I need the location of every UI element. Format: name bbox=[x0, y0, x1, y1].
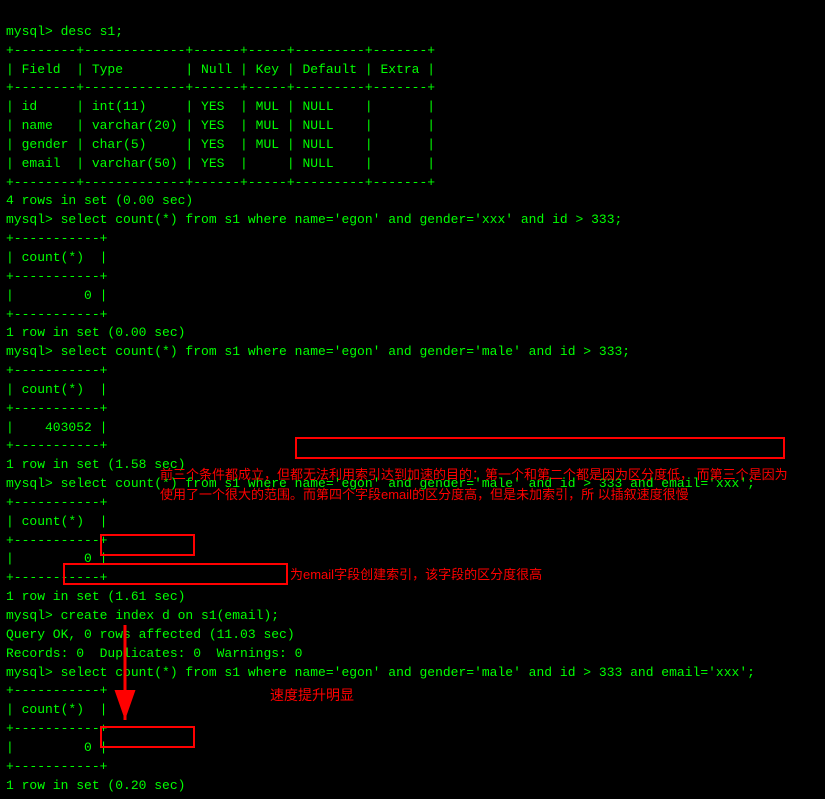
terminal-line-11: mysql> select count(*) from s1 where nam… bbox=[6, 211, 819, 230]
sql-highlight-box-1 bbox=[295, 437, 785, 459]
terminal-line-0: mysql> desc s1; bbox=[6, 23, 819, 42]
terminal-line-23: | 403052 | bbox=[6, 419, 819, 438]
terminal-line-2: | Field | Type | Null | Key | Default | … bbox=[6, 61, 819, 80]
terminal-line-6: | gender | char(5) | YES | MUL | NULL | … bbox=[6, 136, 819, 155]
terminal-line-5: | name | varchar(20) | YES | MUL | NULL … bbox=[6, 117, 819, 136]
terminal-line-45: 1 row in set (0.20 sec) bbox=[6, 777, 819, 796]
terminal-line-13: | count(*) | bbox=[6, 249, 819, 268]
terminal-line-9: 4 rows in set (0.00 sec) bbox=[6, 192, 819, 211]
terminal-line-4: | id | int(11) | YES | MUL | NULL | | bbox=[6, 98, 819, 117]
down-arrow bbox=[105, 620, 145, 730]
annotation-1: 前三个条件都成立，但都无法利用索引达到加速的目的：第一个和第二个都是因为区分度低… bbox=[160, 465, 800, 504]
create-index-highlight bbox=[63, 563, 288, 585]
terminal-line-17: 1 row in set (0.00 sec) bbox=[6, 324, 819, 343]
terminal-line-14: +-----------+ bbox=[6, 268, 819, 287]
annotation-3: 速度提升明显 bbox=[270, 685, 354, 705]
terminal-line-15: | 0 | bbox=[6, 287, 819, 306]
terminal-line-29: | count(*) | bbox=[6, 513, 819, 532]
terminal-line-22: +-----------+ bbox=[6, 400, 819, 419]
terminal-line-33: 1 row in set (1.61 sec) bbox=[6, 588, 819, 607]
terminal-line-3: +--------+-------------+------+-----+---… bbox=[6, 79, 819, 98]
terminal-line-21: | count(*) | bbox=[6, 381, 819, 400]
terminal-line-16: +-----------+ bbox=[6, 306, 819, 325]
terminal-line-7: | email | varchar(50) | YES | | NULL | | bbox=[6, 155, 819, 174]
terminal-line-12: +-----------+ bbox=[6, 230, 819, 249]
terminal-line-1: +--------+-------------+------+-----+---… bbox=[6, 42, 819, 61]
terminal-line-8: +--------+-------------+------+-----+---… bbox=[6, 174, 819, 193]
terminal-line-20: +-----------+ bbox=[6, 362, 819, 381]
time-highlight-1 bbox=[100, 534, 195, 556]
annotation-2: 为email字段创建索引，该字段的区分度很高 bbox=[290, 565, 790, 585]
terminal-line-19: mysql> select count(*) from s1 where nam… bbox=[6, 343, 819, 362]
terminal-line-44: +-----------+ bbox=[6, 758, 819, 777]
